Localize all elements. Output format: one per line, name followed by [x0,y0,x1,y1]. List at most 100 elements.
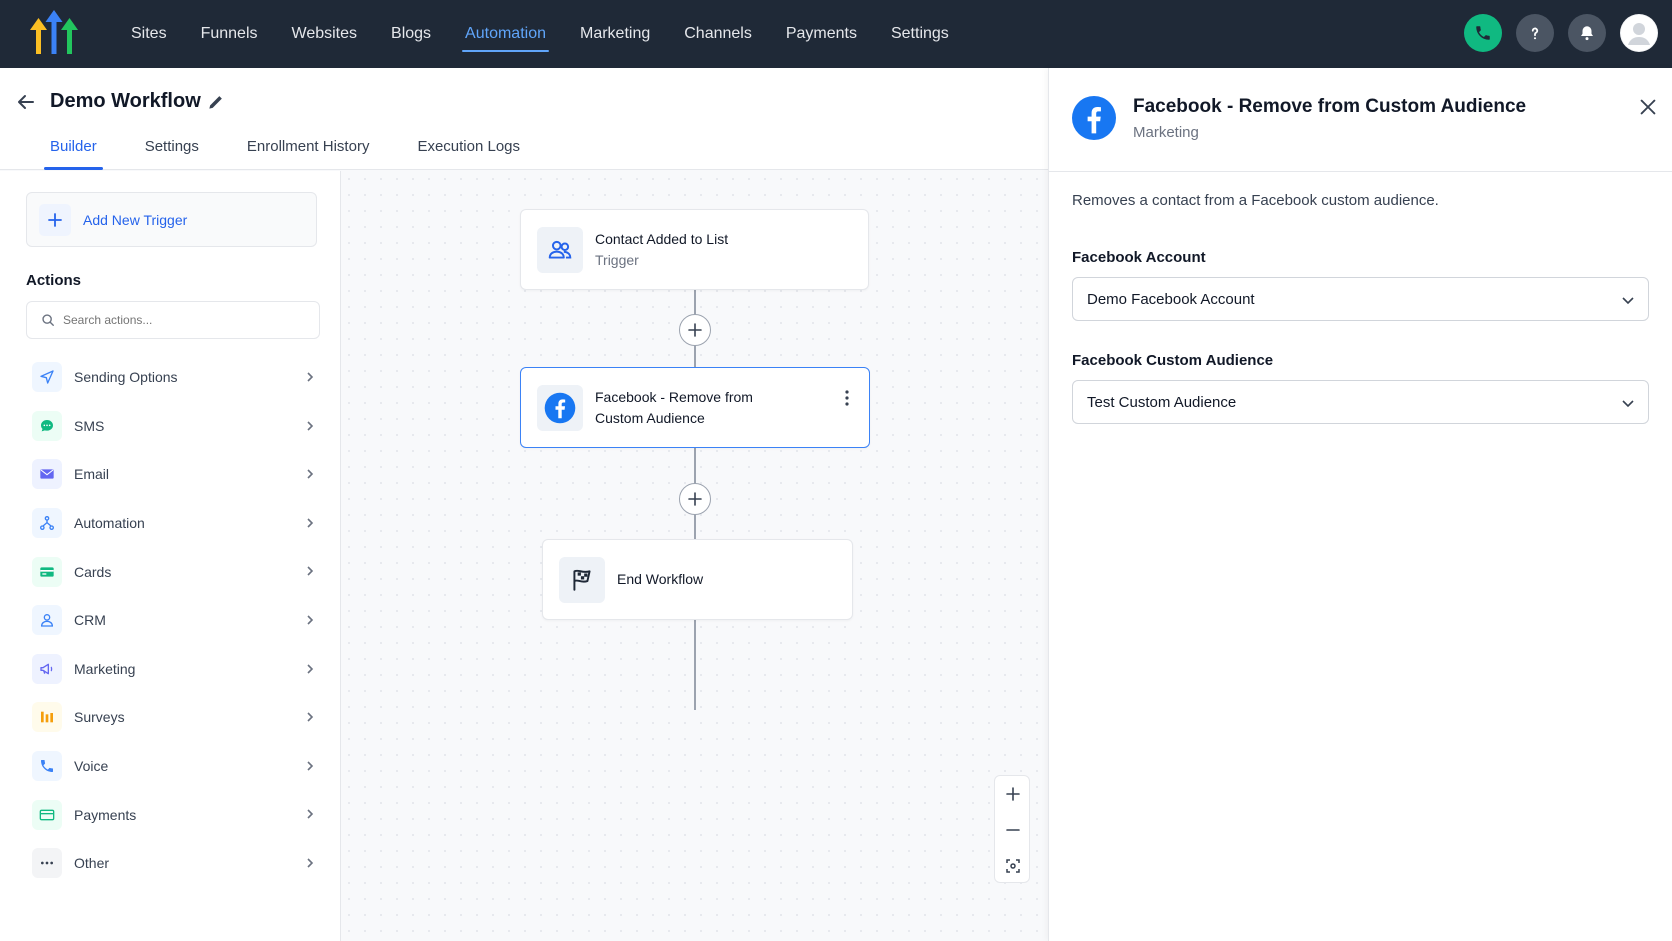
workflow-header: Demo Workflow Builder Settings Enrollmen… [0,68,1048,170]
plus-icon [688,323,702,337]
end-workflow-node[interactable]: End Workflow [542,539,853,620]
panel-header: Facebook - Remove from Custom Audience M… [1049,68,1672,172]
nav-marketing[interactable]: Marketing [563,0,667,68]
chevron-right-icon [307,372,314,382]
custom-audience-select[interactable]: Test Custom Audience [1072,380,1649,424]
phone-icon [32,751,62,782]
action-text: Facebook - Remove from Custom Audience [595,387,753,429]
pencil-icon[interactable] [206,92,226,112]
nav-blogs[interactable]: Blogs [374,0,448,68]
nav-channels[interactable]: Channels [667,0,769,68]
workflow-canvas[interactable]: Contact Added to List Trigger Facebook -… [341,171,1048,941]
chevron-right-icon [307,469,314,479]
action-label: Cards [74,563,112,580]
nav-websites[interactable]: Websites [275,0,375,68]
chevron-right-icon [307,421,314,431]
plus-icon [1006,787,1020,801]
end-text: End Workflow [617,569,703,590]
zoom-in-button[interactable] [995,776,1031,812]
fit-view-button[interactable] [995,848,1031,884]
search-actions-input[interactable] [63,313,293,327]
action-automation[interactable]: Automation [32,499,322,548]
action-config-panel: Facebook - Remove from Custom Audience M… [1048,68,1672,941]
chevron-down-icon [1622,400,1634,408]
workflow-tabs: Builder Settings Enrollment History Exec… [38,132,556,170]
add-step-button[interactable] [679,314,711,346]
trigger-node[interactable]: Contact Added to List Trigger [520,209,869,290]
panel-subtitle: Marketing [1133,124,1199,141]
add-trigger-button[interactable]: Add New Trigger [26,192,317,247]
nav-payments[interactable]: Payments [769,0,874,68]
action-label: Sending Options [74,369,178,386]
workflow-icon [32,508,62,539]
tab-enrollment-history[interactable]: Enrollment History [235,132,382,170]
action-label: Voice [74,758,109,775]
zoom-controls [994,775,1030,883]
action-voice[interactable]: Voice [32,742,322,791]
action-sending-options[interactable]: Sending Options [32,353,322,402]
main-nav: Sites Funnels Websites Blogs Automation … [114,0,966,68]
action-marketing[interactable]: Marketing [32,645,322,694]
tab-settings[interactable]: Settings [133,132,211,170]
workflow-title: Demo Workflow [50,90,201,112]
action-cards[interactable]: Cards [32,547,322,596]
nav-settings[interactable]: Settings [874,0,966,68]
facebook-account-select[interactable]: Demo Facebook Account [1072,277,1649,321]
action-surveys[interactable]: Surveys [32,693,322,742]
chevron-right-icon [307,761,314,771]
plus-icon [688,492,702,506]
tab-builder[interactable]: Builder [38,132,109,170]
facebook-action-node[interactable]: Facebook - Remove from Custom Audience [520,367,870,448]
action-payments[interactable]: Payments [32,790,322,839]
app-logo[interactable] [30,10,78,58]
wallet-icon [32,799,62,830]
more-dots-icon [32,848,62,879]
action-label: CRM [74,612,106,629]
help-button[interactable] [1516,14,1554,52]
action-other[interactable]: Other [32,839,322,888]
nav-sites[interactable]: Sites [114,0,184,68]
panel-description: Removes a contact from a Facebook custom… [1072,192,1439,209]
action-sms[interactable]: SMS [32,402,322,451]
trigger-text: Contact Added to List Trigger [595,229,728,271]
notifications-button[interactable] [1568,14,1606,52]
action-label: Marketing [74,660,136,677]
user-avatar[interactable] [1620,14,1658,52]
action-crm[interactable]: CRM [32,596,322,645]
action-email[interactable]: Email [32,450,322,499]
facebook-icon [1072,96,1116,140]
tab-execution-logs[interactable]: Execution Logs [405,132,532,170]
add-step-button[interactable] [679,483,711,515]
minus-icon [1006,829,1020,831]
nav-actions [1464,14,1658,52]
custom-audience-label: Facebook Custom Audience [1072,352,1274,369]
nav-automation[interactable]: Automation [448,0,563,68]
person-icon [32,605,62,636]
panel-title: Facebook - Remove from Custom Audience [1133,96,1527,117]
chevron-right-icon [307,809,314,819]
action-label: Other [74,855,110,872]
action-label: Payments [74,806,137,823]
connector-line [694,619,696,710]
search-icon [42,314,54,326]
chevron-right-icon [307,615,314,625]
kebab-menu-icon[interactable] [843,388,851,408]
zoom-out-button[interactable] [995,812,1031,848]
action-label: Surveys [74,709,125,726]
facebook-account-label: Facebook Account [1072,249,1206,266]
checkered-flag-icon [559,556,605,603]
phone-icon [1476,26,1490,40]
facebook-account-value: Demo Facebook Account [1087,290,1255,308]
help-icon [1531,27,1539,40]
action-categories: Sending Options SMS Email Automation Car… [32,353,322,888]
back-arrow-icon[interactable] [14,90,38,114]
action-search [26,301,320,339]
end-title: End Workflow [617,571,704,587]
nav-funnels[interactable]: Funnels [184,0,275,68]
action-title-line1: Facebook - Remove from [595,388,753,405]
chevron-right-icon [307,712,314,722]
megaphone-icon [32,653,62,684]
close-icon[interactable] [1637,96,1659,118]
phone-button[interactable] [1464,14,1502,52]
bell-icon [1581,26,1593,41]
